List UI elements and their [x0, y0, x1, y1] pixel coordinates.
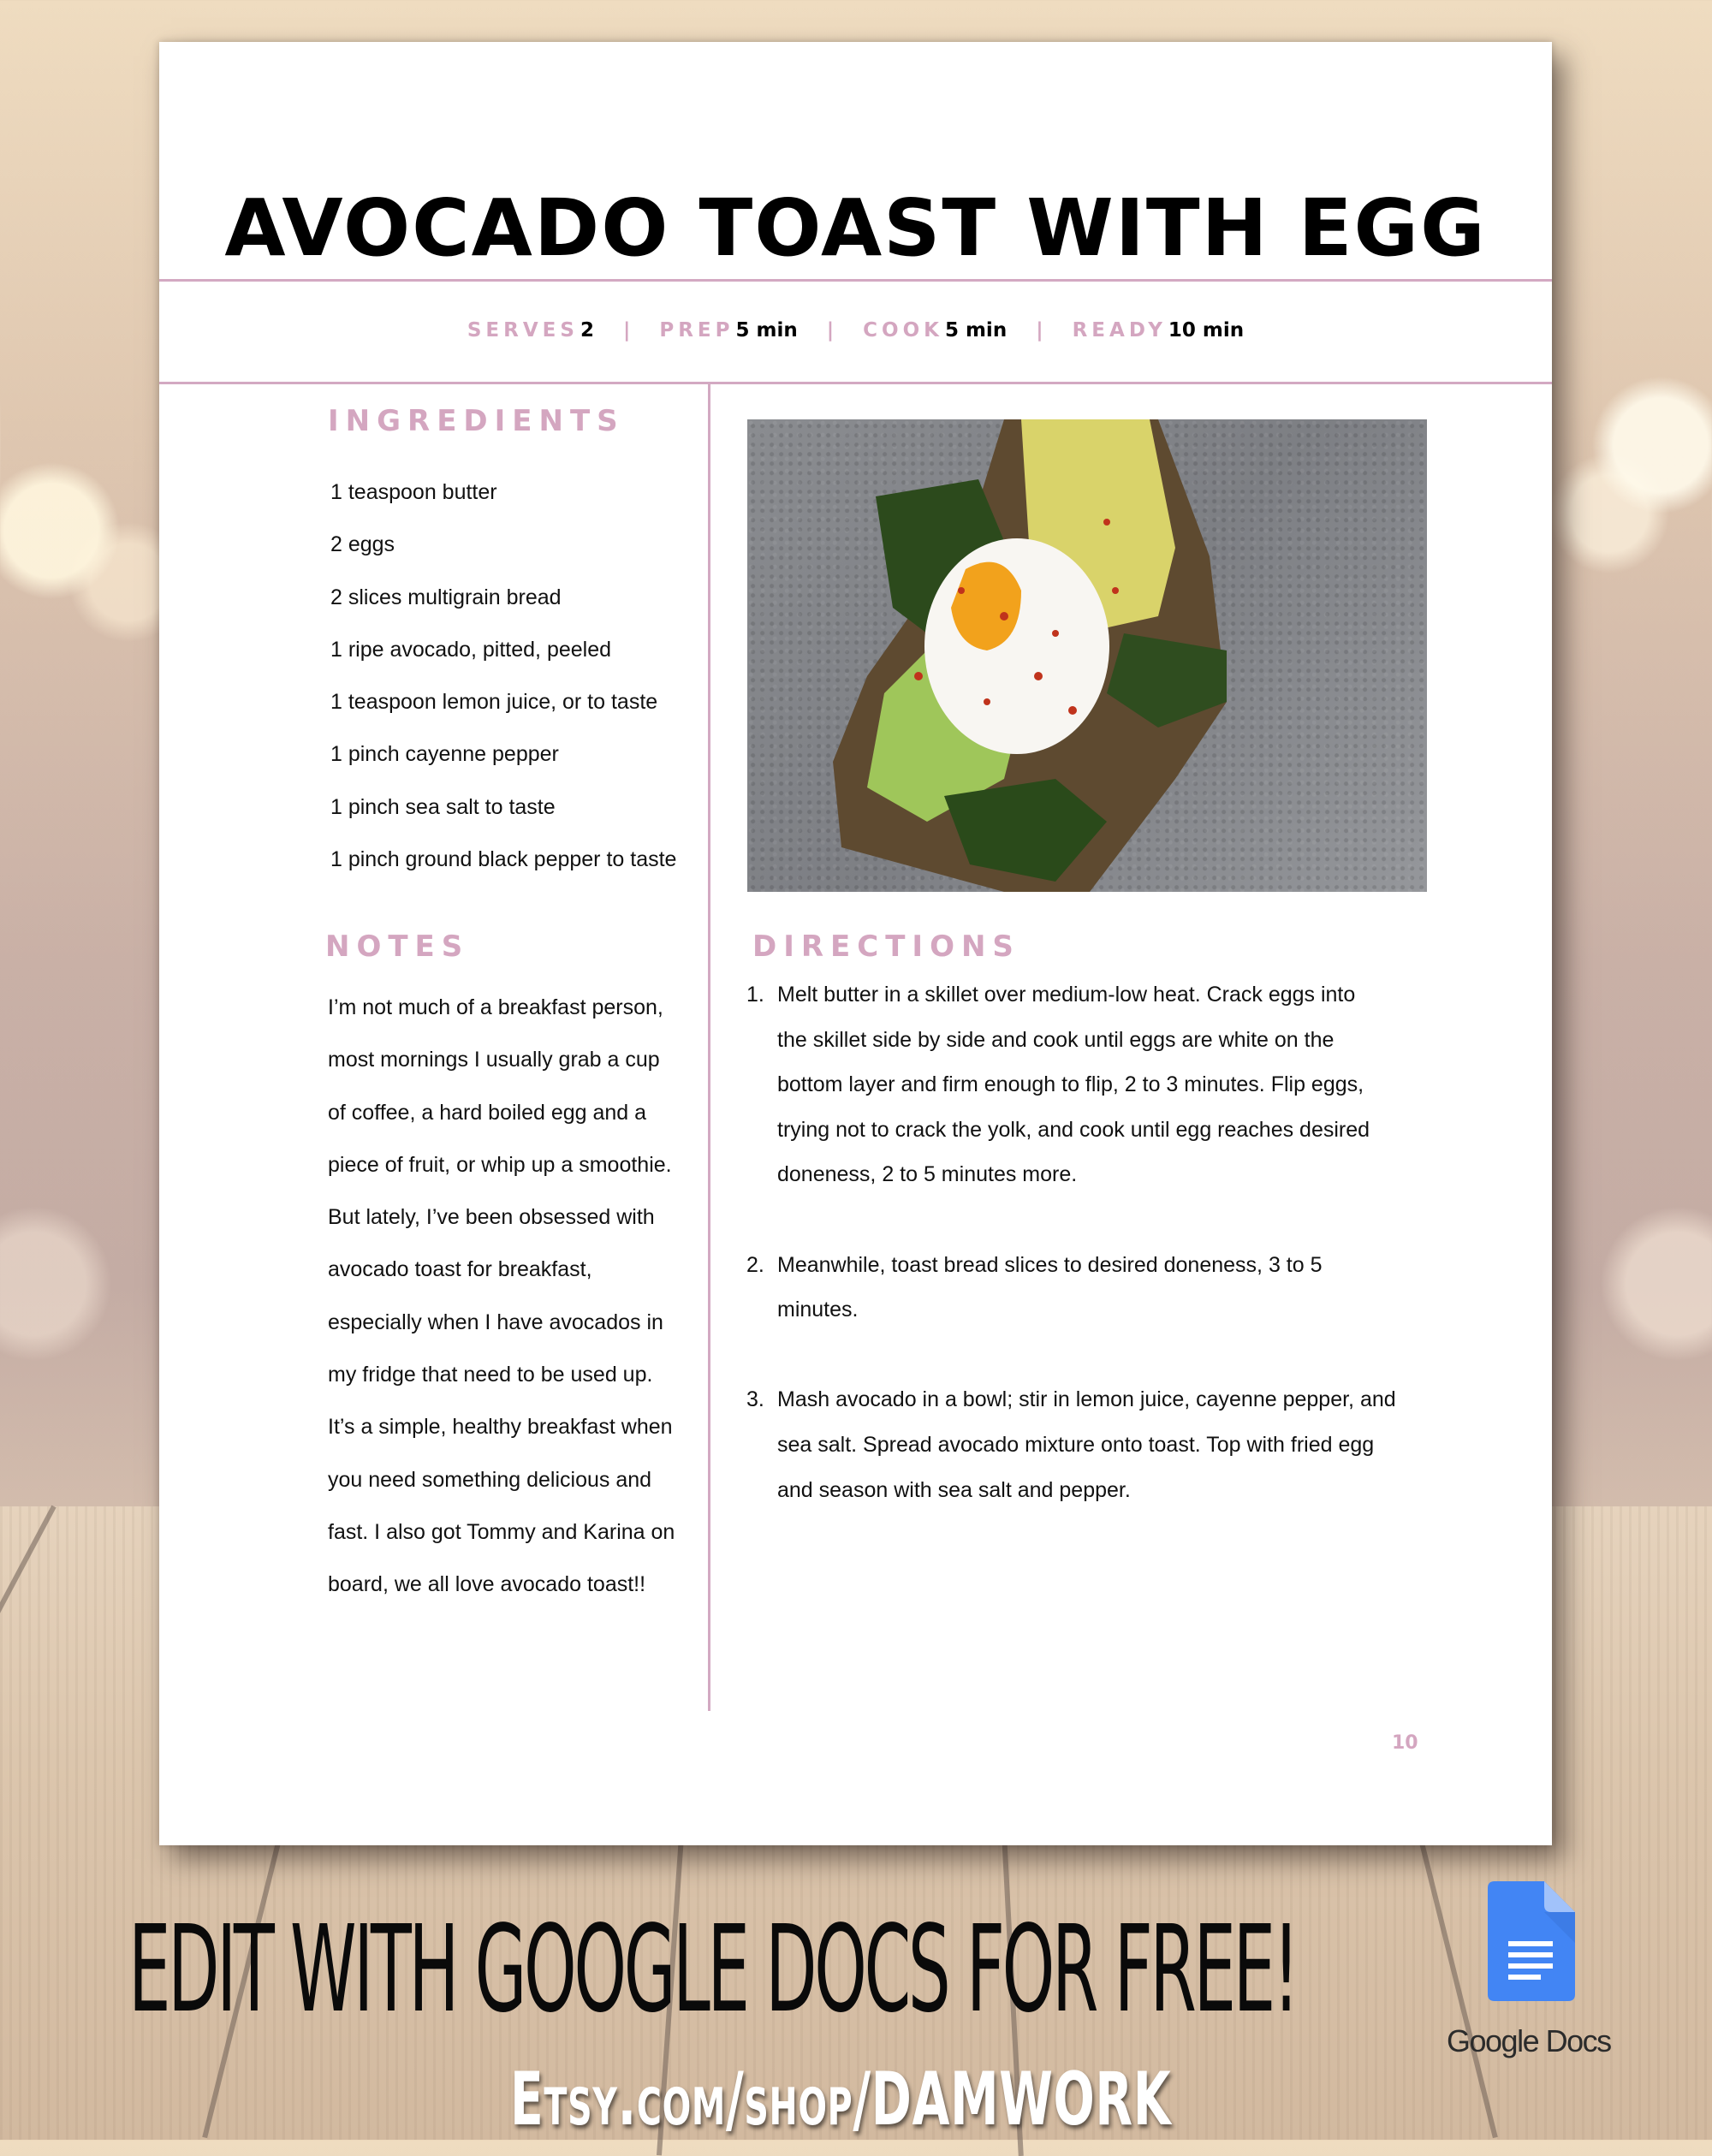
ready-value: 10 min [1168, 319, 1245, 342]
column-divider [708, 383, 710, 1711]
serves-label: SERVES [467, 319, 579, 342]
step-number: 2. [746, 1252, 764, 1277]
ready-label: READY [1072, 319, 1167, 342]
notes-line: of coffee, a hard boiled egg and a [328, 1100, 647, 1125]
notes-line: most mornings I usually grab a cup [328, 1048, 660, 1072]
notes-line: avocado toast for breakfast, [328, 1257, 592, 1282]
step-line: sea salt. Spread avocado mixture onto to… [777, 1432, 1375, 1457]
step-line: Meanwhile, toast bread slices to desired… [777, 1252, 1323, 1277]
plank-seam [0, 1505, 56, 2082]
ingredient-item: 1 pinch ground black pepper to taste [330, 847, 677, 872]
meta-separator: | [1036, 319, 1043, 342]
header-rule [159, 279, 1552, 282]
recipe-title: AVOCADO TOAST WITH EGG [224, 182, 1487, 274]
ingredients-list: 1 teaspoon butter 2 eggs 2 slices multig… [330, 466, 707, 886]
recipe-page: AVOCADO TOAST WITH EGG SERVES2 | PREP5 min… [159, 42, 1552, 1845]
ingredient-item: 1 teaspoon butter [330, 480, 497, 504]
prep-value: 5 min [735, 319, 798, 342]
prep-label: PREP [659, 319, 734, 342]
food-illustration [833, 419, 1227, 892]
poached-egg [924, 538, 1109, 754]
notes-line: board, we all love avocado toast!! [328, 1572, 646, 1597]
shop-link[interactable]: Etsy.com/shop/DAMWORK [510, 2063, 1171, 2136]
notes-line: But lately, I’ve been obsessed with [328, 1205, 655, 1230]
ingredient-item: 1 ripe avocado, pitted, peeled [330, 637, 612, 662]
step-number: 1. [746, 983, 764, 1007]
direction-step: 3. Mash avocado in a bowl; stir in lemon… [746, 1377, 1397, 1512]
directions-heading: DIRECTIONS [752, 930, 1020, 964]
serves-value: 2 [580, 319, 594, 342]
step-line: Melt butter in a skillet over medium-low… [777, 983, 1356, 1007]
ingredients-heading: INGREDIENTS [328, 404, 625, 438]
recipe-photo [747, 419, 1427, 892]
step-line: trying not to crack the yolk, and cook u… [777, 1117, 1370, 1142]
page-number: 10 [1392, 1732, 1418, 1754]
direction-step: 1. Melt butter in a skillet over medium-… [746, 972, 1397, 1197]
direction-step: 2. Meanwhile, toast bread slices to desi… [746, 1243, 1397, 1333]
notes-line: my fridge that need to be used up. [328, 1363, 653, 1387]
meta-separator: | [826, 319, 835, 342]
promo-banner: EDIT WITH GOOGLE DOCS FOR FREE! [128, 1900, 1299, 2040]
step-line: and season with sea salt and pepper. [777, 1477, 1131, 1502]
step-line: the skillet side by side and cook until … [777, 1027, 1335, 1052]
notes-line: you need something delicious and [328, 1467, 652, 1492]
notes-line: It’s a simple, healthy breakfast when [328, 1415, 673, 1440]
ingredient-item: 1 teaspoon lemon juice, or to taste [330, 690, 658, 715]
google-docs-icon [1488, 1881, 1575, 2001]
notes-line: I’m not much of a breakfast person, [328, 995, 663, 1019]
ingredient-item: 1 pinch cayenne pepper [330, 742, 559, 767]
cook-value: 5 min [944, 319, 1008, 342]
ingredient-item: 2 eggs [330, 532, 395, 557]
step-line: minutes. [777, 1298, 859, 1322]
step-number: 3. [746, 1387, 764, 1412]
ingredient-item: 1 pinch sea salt to taste [330, 794, 556, 819]
recipe-meta-bar: SERVES2 | PREP5 min | COOK5 min | READY10 min [159, 318, 1552, 343]
notes-line: piece of fruit, or whip up a smoothie. [328, 1152, 672, 1177]
cook-label: COOK [863, 319, 943, 342]
step-line: Mash avocado in a bowl; stir in lemon ju… [777, 1387, 1396, 1412]
meta-separator: | [622, 319, 631, 342]
notes-text: I’m not much of a breakfast person, most… [328, 982, 687, 1612]
directions-list: 1. Melt butter in a skillet over medium-… [746, 972, 1397, 1558]
notes-line: especially when I have avocados in [328, 1310, 663, 1334]
google-docs-label: Google Docs [1447, 2023, 1612, 2058]
step-line: doneness, 2 to 5 minutes more. [777, 1162, 1078, 1187]
meta-rule [159, 382, 1552, 384]
step-line: bottom layer and firm enough to flip, 2 … [777, 1072, 1364, 1097]
notes-line: fast. I also got Tommy and Karina on [328, 1519, 675, 1544]
notes-heading: NOTES [325, 930, 470, 964]
ingredient-item: 2 slices multigrain bread [330, 585, 562, 609]
